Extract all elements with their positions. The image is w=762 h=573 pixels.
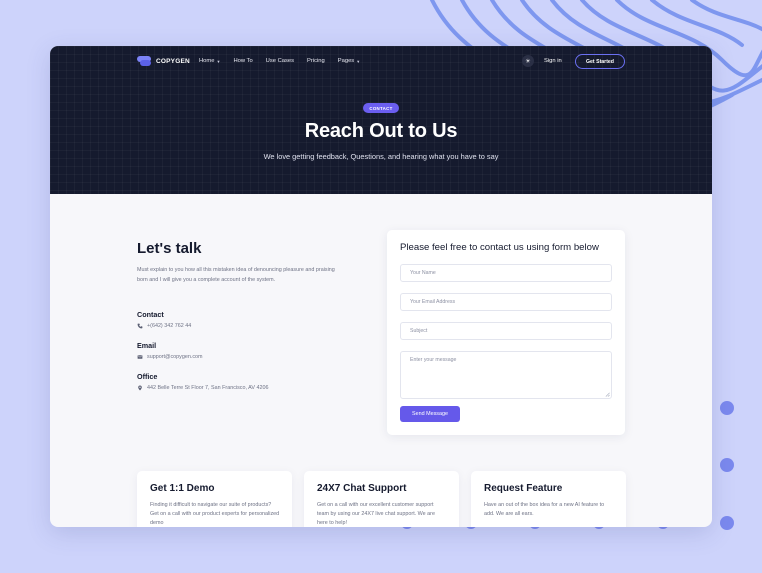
nav-item-label: Pages <box>337 58 355 64</box>
message-textarea[interactable]: Enter your message <box>400 351 612 399</box>
mail-icon <box>137 355 143 359</box>
top-navbar: COPYGEN Home ▼ How To Use Cases Pricing … <box>50 46 712 78</box>
form-title: Please feel free to contact us using for… <box>400 242 599 253</box>
feature-title: 24X7 Chat Support <box>317 483 407 494</box>
email-placeholder: Your Email Address <box>410 299 456 305</box>
name-field[interactable]: Your Name <box>400 264 612 282</box>
nav-item-label: Pricing <box>307 58 325 64</box>
name-placeholder: Your Name <box>410 270 436 276</box>
nav-item-label: How To <box>233 58 253 64</box>
feature-card-demo: Get 1:1 Demo Finding it difficult to nav… <box>137 471 292 527</box>
talk-heading: Let's talk <box>137 240 202 257</box>
feature-title: Request Feature <box>484 483 563 494</box>
feature-description: Have an out of the box idea for a new AI… <box>484 502 605 518</box>
page-title: Reach Out to Us <box>304 120 458 142</box>
contact-label: Contact <box>137 310 164 319</box>
email-label: Email <box>137 341 157 350</box>
contact-badge: CONTACT <box>363 103 399 113</box>
send-message-button[interactable]: Send Message <box>400 406 460 422</box>
feature-title: Get 1:1 Demo <box>150 483 215 494</box>
feature-description: Finding it difficult to navigate our sui… <box>150 502 280 527</box>
page-subtitle: We love getting feedback, Questions, and… <box>263 152 499 161</box>
contact-phone-row[interactable]: +(642) 342 762 44 <box>137 323 191 329</box>
sun-icon[interactable]: ☀ <box>522 55 534 67</box>
hero-section: COPYGEN Home ▼ How To Use Cases Pricing … <box>50 46 712 194</box>
nav-item-use-cases[interactable]: Use Cases <box>266 58 294 64</box>
nav-links: Home ▼ How To Use Cases Pricing Pages ▼ <box>199 58 373 64</box>
contact-form-card: Please feel free to contact us using for… <box>387 230 625 435</box>
logo-icon <box>137 56 151 66</box>
feature-card-chat-support: 24X7 Chat Support Get on a call with our… <box>304 471 459 527</box>
chevron-down-icon: ▼ <box>216 58 221 64</box>
office-address: 442 Belle Terre St Floor 7, San Francisc… <box>147 385 269 391</box>
message-placeholder: Enter your message <box>410 357 457 363</box>
talk-description: Must explain to you how all this mistake… <box>137 267 335 283</box>
nav-item-label: Use Cases <box>265 58 295 64</box>
location-pin-icon <box>138 385 142 391</box>
nav-item-pages[interactable]: Pages ▼ <box>338 58 360 64</box>
contact-phone: +(642) 342 762 44 <box>147 323 192 329</box>
nav-item-how-to[interactable]: How To <box>233 58 252 64</box>
signin-link[interactable]: Sign in <box>544 58 562 64</box>
phone-icon <box>137 323 143 329</box>
contact-email: support@copygen.com <box>147 354 203 360</box>
resize-handle-icon[interactable] <box>605 392 610 397</box>
office-label: Office <box>137 372 158 381</box>
nav-item-pricing[interactable]: Pricing <box>307 58 325 64</box>
contact-email-row[interactable]: support@copygen.com <box>137 354 203 360</box>
feature-description: Get on a call with our excellent custome… <box>317 502 435 527</box>
office-address-row: 442 Belle Terre St Floor 7, San Francisc… <box>137 385 268 391</box>
browser-frame: COPYGEN Home ▼ How To Use Cases Pricing … <box>50 46 712 527</box>
subject-placeholder: Subject <box>410 328 428 334</box>
feature-card-request-feature: Request Feature Have an out of the box i… <box>471 471 626 527</box>
brand-name: COPYGEN <box>156 57 190 65</box>
brand-logo[interactable]: COPYGEN <box>137 56 190 66</box>
nav-item-home[interactable]: Home ▼ <box>199 58 220 64</box>
subject-field[interactable]: Subject <box>400 322 612 340</box>
email-field[interactable]: Your Email Address <box>400 293 612 311</box>
nav-item-label: Home <box>199 58 215 64</box>
get-started-button[interactable]: Get Started <box>575 54 625 69</box>
chevron-down-icon: ▼ <box>356 58 361 64</box>
